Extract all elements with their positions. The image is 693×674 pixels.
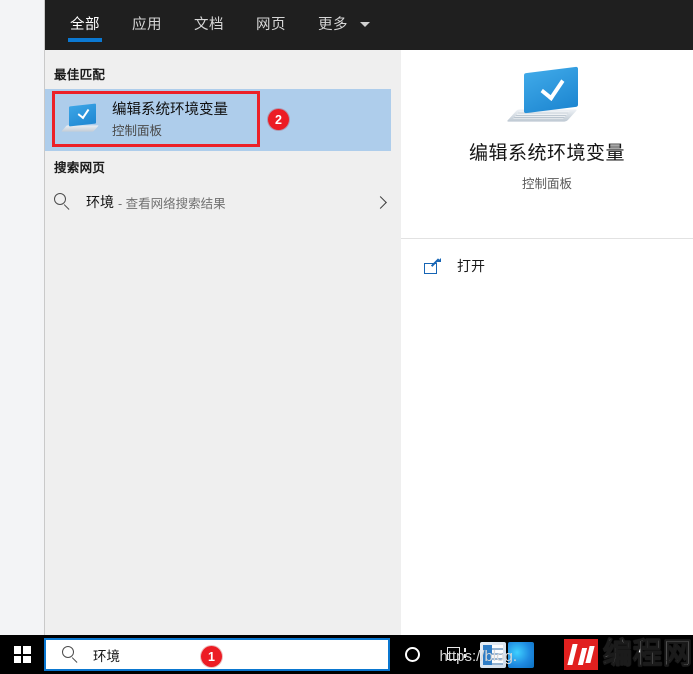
best-match-subtitle: 控制面板 bbox=[112, 123, 163, 138]
tab-all-label: 全部 bbox=[70, 17, 100, 33]
tab-more-label: 更多 bbox=[318, 17, 348, 33]
annotation-badge-1: 1 bbox=[201, 646, 222, 667]
task-view-icon bbox=[446, 647, 466, 662]
open-action-label: 打开 bbox=[457, 258, 485, 274]
chevron-down-icon bbox=[359, 21, 370, 27]
best-match-header: 最佳匹配 bbox=[54, 68, 106, 82]
preview-hero: 编辑系统环境变量 控制面板 bbox=[401, 52, 693, 238]
tab-all[interactable]: 全部 bbox=[68, 0, 102, 50]
web-search-description: - 查看网络搜索结果 bbox=[118, 196, 226, 211]
monitor-check-icon bbox=[61, 103, 99, 135]
chevron-right-icon[interactable] bbox=[374, 195, 387, 209]
search-input-value: 环境 bbox=[93, 648, 120, 664]
web-search-result[interactable]: 环境 - 查看网络搜索结果 bbox=[45, 182, 401, 222]
open-action-button[interactable]: 打开 bbox=[401, 239, 693, 293]
cortana-button[interactable] bbox=[390, 635, 434, 674]
task-view-button[interactable] bbox=[434, 635, 478, 674]
tab-apps-label: 应用 bbox=[132, 17, 162, 33]
preview-column: 编辑系统环境变量 控制面板 打开 bbox=[401, 50, 693, 635]
best-match-row-wrapper: 编辑系统环境变量 控制面板 2 bbox=[45, 89, 401, 151]
taskbar-pinned-app-1[interactable] bbox=[480, 641, 506, 668]
taskbar-search-input[interactable]: 环境 1 bbox=[44, 638, 390, 671]
cortana-circle-icon bbox=[404, 647, 420, 662]
web-search-header: 搜索网页 bbox=[54, 161, 106, 175]
tab-documents[interactable]: 文档 bbox=[192, 0, 226, 50]
taskbar-pinned-app-2[interactable] bbox=[508, 641, 534, 668]
search-filter-tabbar: 全部 应用 文档 网页 更多 bbox=[45, 0, 693, 50]
search-icon bbox=[62, 645, 80, 664]
best-match-result[interactable]: 编辑系统环境变量 控制面板 bbox=[45, 89, 391, 151]
taskbar: 环境 1 bbox=[0, 635, 693, 674]
tab-apps[interactable]: 应用 bbox=[130, 0, 164, 50]
start-button[interactable] bbox=[0, 635, 44, 674]
preview-title: 编辑系统环境变量 bbox=[468, 143, 625, 164]
windows-search-flyout: 全部 应用 文档 网页 更多 最佳匹配 编辑系统环境变量 控制面板 2 搜索网页… bbox=[44, 0, 693, 635]
annotation-badge-2: 2 bbox=[268, 109, 289, 130]
search-results-column: 最佳匹配 编辑系统环境变量 控制面板 2 搜索网页 环境 - 查看网络搜索结果 bbox=[45, 50, 401, 635]
tab-documents-label: 文档 bbox=[194, 17, 224, 33]
tab-more[interactable]: 更多 bbox=[316, 0, 372, 50]
search-flyout-body: 最佳匹配 编辑系统环境变量 控制面板 2 搜索网页 环境 - 查看网络搜索结果 … bbox=[45, 50, 693, 635]
tab-web-label: 网页 bbox=[256, 17, 286, 33]
best-match-title: 编辑系统环境变量 bbox=[112, 101, 228, 118]
web-search-query: 环境 bbox=[86, 194, 114, 210]
open-external-icon bbox=[424, 258, 441, 274]
best-match-text: 编辑系统环境变量 控制面板 bbox=[112, 101, 228, 140]
search-icon bbox=[54, 193, 72, 211]
windows-logo-icon bbox=[13, 646, 31, 663]
monitor-check-icon bbox=[506, 66, 582, 128]
preview-subtitle: 控制面板 bbox=[521, 177, 572, 191]
tab-web[interactable]: 网页 bbox=[254, 0, 288, 50]
